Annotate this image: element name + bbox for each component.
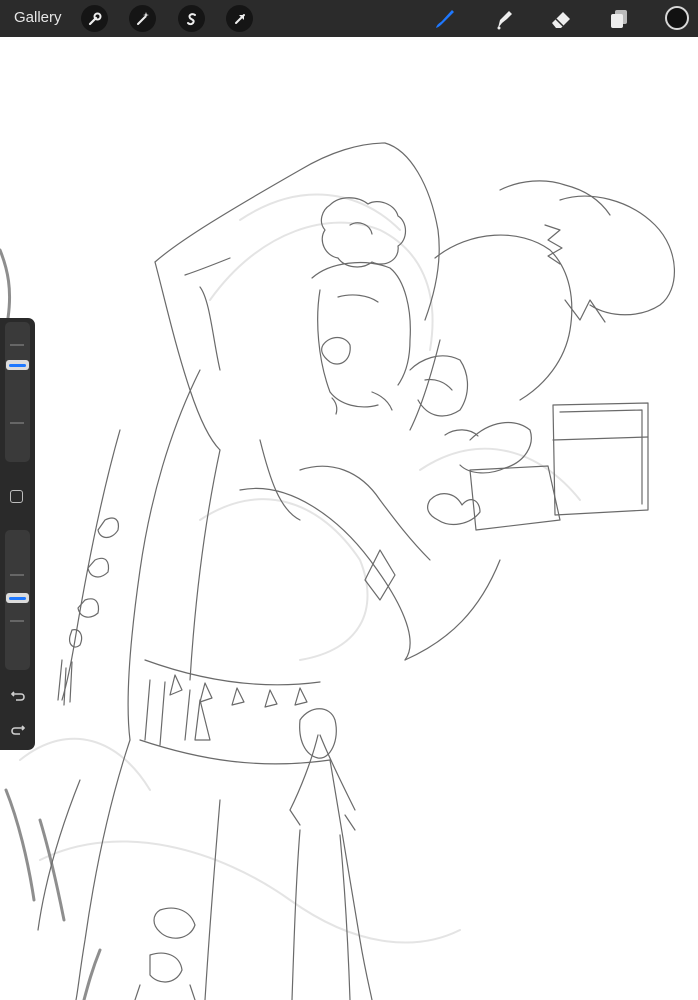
brush-icon[interactable] [430,5,458,33]
selection-icon[interactable] [178,5,205,32]
left-sidebar [0,318,35,750]
top-toolbar: Gallery [0,0,698,37]
gallery-button[interactable]: Gallery [14,9,62,26]
smudge-icon[interactable] [489,5,517,33]
drawing-canvas[interactable] [0,37,698,1000]
brush-size-slider[interactable] [5,322,30,462]
eraser-icon[interactable] [547,5,575,33]
color-picker-button[interactable] [665,6,689,30]
opacity-handle[interactable] [6,593,29,603]
brush-size-handle[interactable] [6,360,29,370]
redo-icon[interactable] [8,718,27,737]
modifier-button[interactable] [10,490,23,503]
layers-icon[interactable] [605,5,633,33]
opacity-slider[interactable] [5,530,30,670]
transform-icon[interactable] [226,5,253,32]
magic-wand-icon[interactable] [129,5,156,32]
undo-icon[interactable] [8,684,27,703]
wrench-icon[interactable] [81,5,108,32]
